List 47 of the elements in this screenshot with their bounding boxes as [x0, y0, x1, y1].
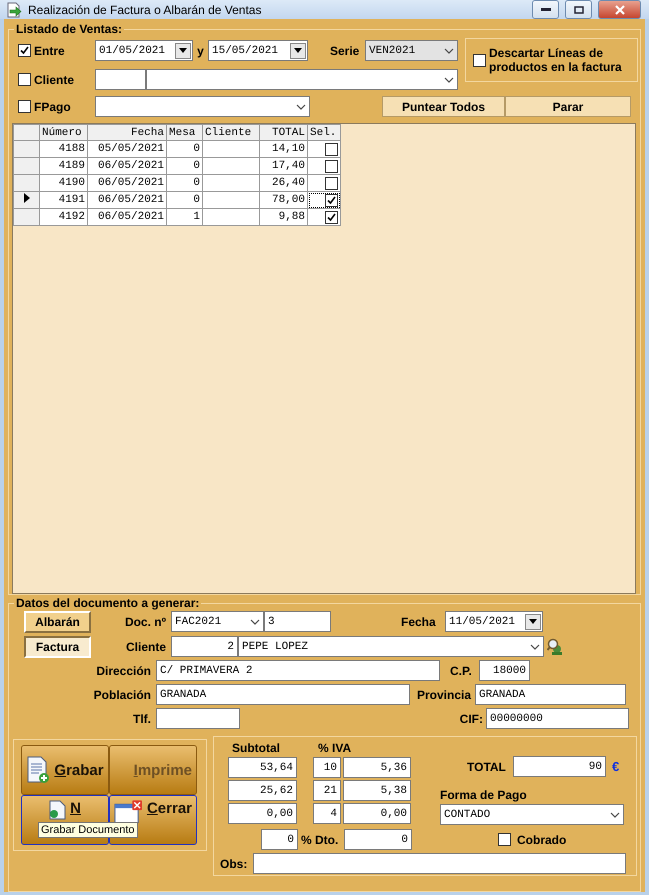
panel-legend: Listado de Ventas:: [14, 22, 124, 36]
field-label: TOTAL: [467, 760, 507, 774]
field-label: Dirección: [95, 664, 151, 678]
field-label: % Dto.: [301, 832, 340, 846]
table-cell: 4188: [40, 140, 88, 158]
table-cell: 9,88: [260, 208, 308, 226]
field-label: Cliente: [124, 640, 166, 654]
table-cell: 06/05/2021: [88, 174, 166, 192]
field-label: FPago: [34, 100, 71, 114]
table-cell: 06/05/2021: [88, 192, 166, 208]
table-cell: 0: [166, 192, 202, 208]
table-cell: 06/05/2021: [88, 158, 166, 174]
field-label: % IVA: [318, 741, 352, 755]
table-cell: 4190: [40, 174, 88, 192]
field-label: Cobrado: [517, 832, 566, 846]
field-label: Doc. nº: [124, 614, 166, 628]
table-cell: 06/05/2021: [88, 208, 166, 226]
table-cell: 26,40: [260, 174, 308, 192]
table-cell: 78,00: [260, 192, 308, 208]
field-label: CIF:: [458, 712, 483, 726]
checkbox-label: Descartar Líneas de productos en la factura: [489, 46, 623, 74]
field-label: Población: [92, 688, 151, 702]
table-cell: 05/05/2021: [88, 140, 166, 158]
panel-legend: Datos del documento a generar:: [14, 596, 202, 610]
field-label: Serie: [330, 44, 360, 58]
currency-symbol: €: [612, 759, 620, 774]
field-label: y: [196, 44, 205, 58]
table-cell: 4191: [40, 192, 88, 208]
table-cell: 14,10: [260, 140, 308, 158]
table-cell: 0: [166, 158, 202, 174]
window-title: Realización de Factura o Albarán de Ventas: [28, 2, 262, 16]
table-cell: 1: [166, 208, 202, 226]
field-label: C.P.: [450, 664, 473, 678]
field-label: Obs:: [220, 856, 248, 870]
table-cell: 0: [166, 174, 202, 192]
table-cell: 17,40: [260, 158, 308, 174]
table-cell: 4189: [40, 158, 88, 174]
table-cell: 0: [166, 140, 202, 158]
field-label: Forma de Pago: [440, 788, 528, 802]
field-label: Subtotal: [232, 741, 281, 755]
field-label: Fecha: [401, 614, 437, 628]
field-label: Entre: [34, 44, 65, 58]
table-cell: 4192: [40, 208, 88, 226]
field-label: Cliente: [34, 72, 74, 86]
field-label: Tlf.: [132, 712, 151, 726]
field-label: Provincia: [417, 688, 472, 702]
tooltip: Grabar Documento: [38, 822, 138, 838]
